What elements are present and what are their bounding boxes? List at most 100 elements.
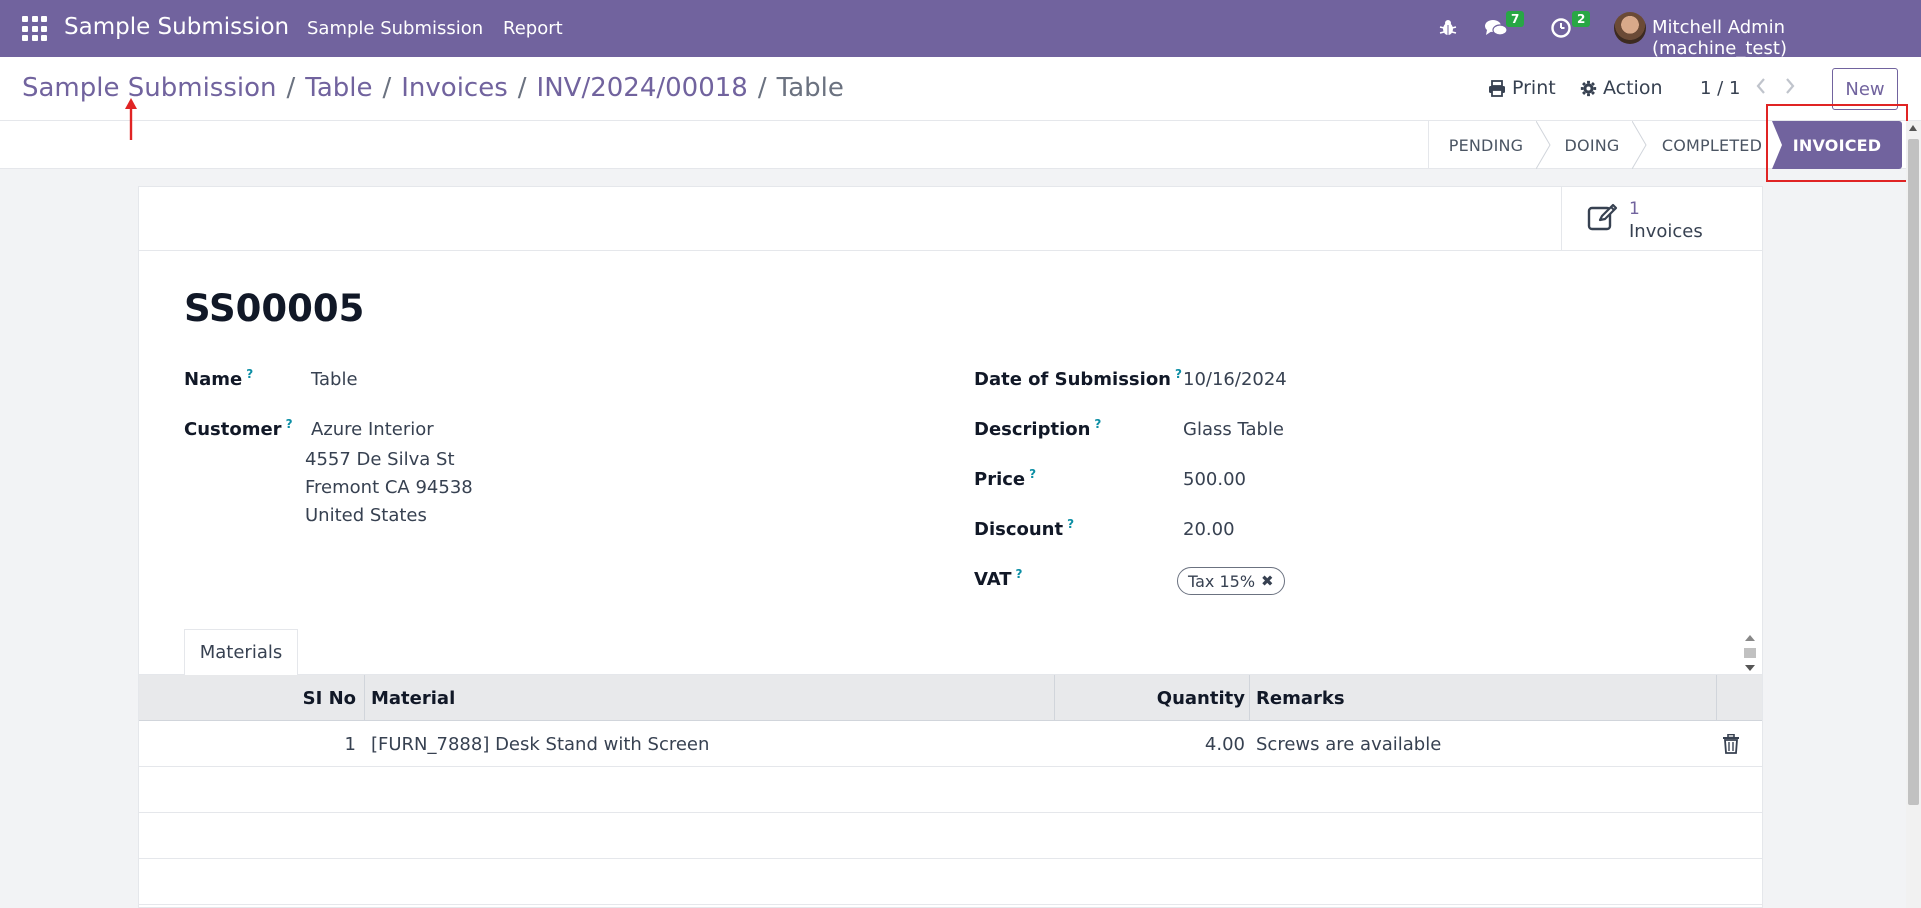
description-help-icon[interactable]: ?: [1094, 417, 1101, 431]
table-header: SI No Material Quantity Remarks: [139, 675, 1762, 721]
top-navbar: Sample Submission Sample Submission Repo…: [0, 0, 1921, 59]
breadcrumb-separator: /: [382, 73, 392, 103]
status-chevron-icon: [1632, 121, 1647, 169]
status-chevron-icon: [1536, 121, 1551, 169]
column-quantity[interactable]: Quantity: [1054, 675, 1245, 721]
discount-help-icon[interactable]: ?: [1067, 517, 1074, 531]
description-label: Description?: [974, 417, 1101, 440]
print-icon: [1489, 79, 1505, 97]
breadcrumb-separator: /: [757, 73, 767, 103]
button-box: 1 Invoices: [139, 187, 1762, 251]
pager-value[interactable]: 1 / 1: [1700, 78, 1740, 99]
action-label: Action: [1603, 77, 1663, 99]
empty-row: [139, 813, 1762, 859]
date-field[interactable]: 10/16/2024: [1183, 369, 1287, 390]
customer-help-icon[interactable]: ?: [286, 417, 293, 431]
status-doing[interactable]: DOING: [1552, 121, 1632, 169]
description-field[interactable]: Glass Table: [1183, 419, 1284, 440]
apps-menu-icon[interactable]: [22, 16, 47, 41]
vat-label-text: VAT: [974, 569, 1012, 590]
status-bar: PENDING DOING COMPLETED INVOICED: [0, 121, 1910, 169]
column-remarks[interactable]: Remarks: [1256, 675, 1345, 721]
edit-icon: [1587, 203, 1618, 231]
breadcrumb-invoice[interactable]: INV/2024/00018: [537, 73, 748, 103]
form-sheet: 1 Invoices SS00005 Name? Table Customer?…: [138, 186, 1763, 908]
user-menu[interactable]: Mitchell Admin (machine_test): [1652, 17, 1921, 59]
control-panel: Sample Submission / Table / Invoices / I…: [0, 57, 1921, 121]
empty-row: [139, 859, 1762, 905]
name-field[interactable]: Table: [311, 369, 358, 390]
activities-clock-icon[interactable]: 2: [1550, 11, 1591, 42]
name-label: Name?: [184, 367, 253, 390]
pager-previous-icon[interactable]: [1755, 77, 1767, 100]
price-field[interactable]: 500.00: [1183, 469, 1246, 490]
status-completed[interactable]: COMPLETED: [1650, 121, 1774, 169]
breadcrumb-invoices[interactable]: Invoices: [401, 73, 508, 103]
print-label: Print: [1512, 77, 1556, 99]
vat-help-icon[interactable]: ?: [1016, 567, 1023, 581]
discount-label: Discount?: [974, 517, 1074, 540]
date-help-icon[interactable]: ?: [1175, 367, 1182, 381]
table-row[interactable]: 1 [FURN_7888] Desk Stand with Screen 4.0…: [139, 721, 1762, 767]
scroll-up-icon[interactable]: [1909, 125, 1917, 131]
column-divider: [1716, 675, 1717, 721]
remove-tag-icon[interactable]: ✖: [1261, 572, 1274, 590]
customer-label-text: Customer: [184, 419, 282, 440]
customer-address-line: United States: [305, 505, 427, 526]
vat-tag-label: Tax 15%: [1188, 571, 1256, 591]
price-label-text: Price: [974, 469, 1026, 490]
messages-badge: 7: [1506, 11, 1525, 27]
breadcrumb-table[interactable]: Table: [305, 73, 372, 103]
cell-remarks: Screws are available: [1256, 733, 1442, 755]
discount-field[interactable]: 20.00: [1183, 519, 1235, 540]
name-label-text: Name: [184, 369, 243, 390]
invoices-label: Invoices: [1629, 221, 1703, 242]
column-divider: [1249, 675, 1250, 721]
action-button[interactable]: Action: [1580, 77, 1663, 99]
column-material[interactable]: Material: [371, 675, 455, 721]
name-help-icon[interactable]: ?: [246, 367, 253, 381]
empty-row: [139, 767, 1762, 813]
menu-report[interactable]: Report: [503, 18, 563, 39]
cell-material: [FURN_7888] Desk Stand with Screen: [371, 733, 710, 755]
tab-scroll-icon[interactable]: [1743, 631, 1757, 675]
menu-sample-submission[interactable]: Sample Submission: [307, 18, 483, 39]
vat-tag: Tax 15% ✖: [1177, 567, 1285, 595]
customer-name[interactable]: Azure Interior: [311, 419, 434, 440]
print-button[interactable]: Print: [1488, 77, 1556, 99]
date-label-text: Date of Submission: [974, 369, 1171, 390]
cell-quantity: 4.00: [1204, 733, 1245, 755]
tab-materials[interactable]: Materials: [184, 629, 298, 675]
messages-icon[interactable]: 7: [1484, 11, 1525, 42]
price-help-icon[interactable]: ?: [1029, 467, 1036, 481]
breadcrumb: Sample Submission / Table / Invoices / I…: [22, 73, 844, 103]
page-scrollbar[interactable]: [1906, 121, 1921, 908]
new-button[interactable]: New: [1832, 68, 1898, 110]
date-label: Date of Submission?: [974, 367, 1182, 390]
customer-address-line: Fremont CA 94538: [305, 477, 473, 498]
description-label-text: Description: [974, 419, 1091, 440]
column-si-no[interactable]: SI No: [139, 675, 360, 721]
trash-icon[interactable]: [1722, 734, 1740, 754]
debug-bug-icon[interactable]: [1438, 14, 1458, 42]
invoices-smart-button[interactable]: 1 Invoices: [1561, 187, 1762, 250]
status-pending[interactable]: PENDING: [1428, 121, 1544, 169]
price-label: Price?: [974, 467, 1036, 490]
vat-label: VAT?: [974, 567, 1023, 590]
activities-badge: 2: [1572, 11, 1591, 27]
breadcrumb-separator: /: [286, 73, 296, 103]
breadcrumb-separator: /: [517, 73, 527, 103]
breadcrumb-sample-submission[interactable]: Sample Submission: [22, 73, 277, 103]
user-avatar[interactable]: [1614, 12, 1646, 44]
scrollbar-thumb[interactable]: [1908, 139, 1919, 805]
column-divider: [364, 675, 365, 721]
customer-address-line: 4557 De Silva St: [305, 449, 455, 470]
discount-label-text: Discount: [974, 519, 1064, 540]
status-invoiced[interactable]: INVOICED: [1772, 121, 1902, 169]
app-name[interactable]: Sample Submission: [64, 14, 289, 40]
record-title: SS00005: [184, 287, 365, 330]
cell-si-no: 1: [344, 733, 356, 755]
customer-label: Customer?: [184, 417, 293, 440]
pager-next-icon[interactable]: [1784, 77, 1796, 100]
gear-icon: [1580, 80, 1597, 96]
